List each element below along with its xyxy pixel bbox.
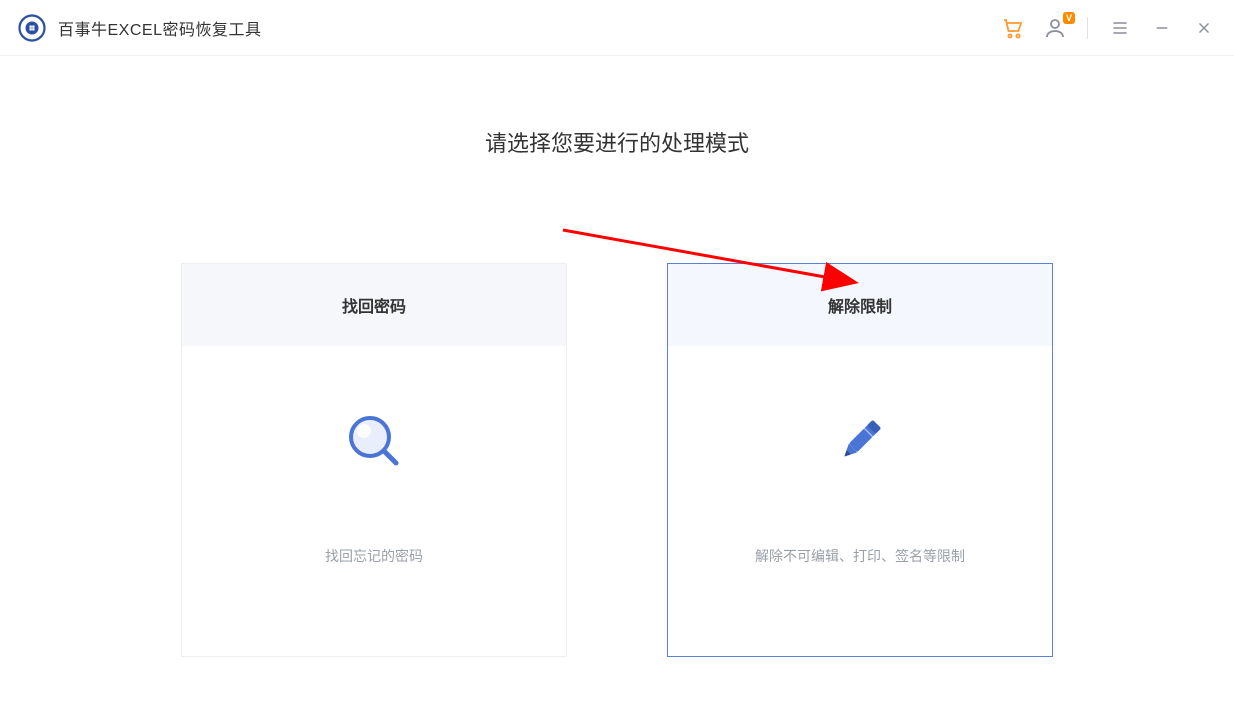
app-title: 百事牛EXCEL密码恢复工具 [58, 16, 261, 40]
mode-cards: 找回密码 找回忘记的密码 解除限制 [181, 263, 1053, 657]
titlebar: 百事牛EXCEL密码恢复工具 V [0, 0, 1234, 56]
minimize-button[interactable] [1150, 16, 1174, 40]
card-recover-password[interactable]: 找回密码 找回忘记的密码 [181, 263, 567, 657]
magnifier-icon [339, 406, 409, 476]
titlebar-right: V [1001, 16, 1216, 40]
card-title: 找回密码 [182, 264, 566, 346]
app-logo-icon [18, 14, 46, 42]
card-body: 解除不可编辑、打印、签名等限制 [668, 346, 1052, 656]
user-icon[interactable]: V [1043, 16, 1067, 40]
user-vip-badge: V [1063, 12, 1075, 24]
close-button[interactable] [1192, 16, 1216, 40]
card-desc: 找回忘记的密码 [325, 546, 423, 566]
titlebar-divider [1087, 17, 1088, 39]
pencil-icon [825, 406, 895, 476]
menu-icon[interactable] [1108, 16, 1132, 40]
card-body: 找回忘记的密码 [182, 346, 566, 656]
titlebar-left: 百事牛EXCEL密码恢复工具 [18, 14, 261, 42]
main-content: 请选择您要进行的处理模式 找回密码 找回忘记的密码 解除限制 [0, 56, 1234, 657]
cart-icon[interactable] [1001, 16, 1025, 40]
page-heading: 请选择您要进行的处理模式 [485, 126, 749, 158]
card-title: 解除限制 [668, 264, 1052, 346]
card-remove-restriction[interactable]: 解除限制 解除不可编辑、打印、签名等限制 [667, 263, 1053, 657]
card-desc: 解除不可编辑、打印、签名等限制 [755, 546, 965, 566]
